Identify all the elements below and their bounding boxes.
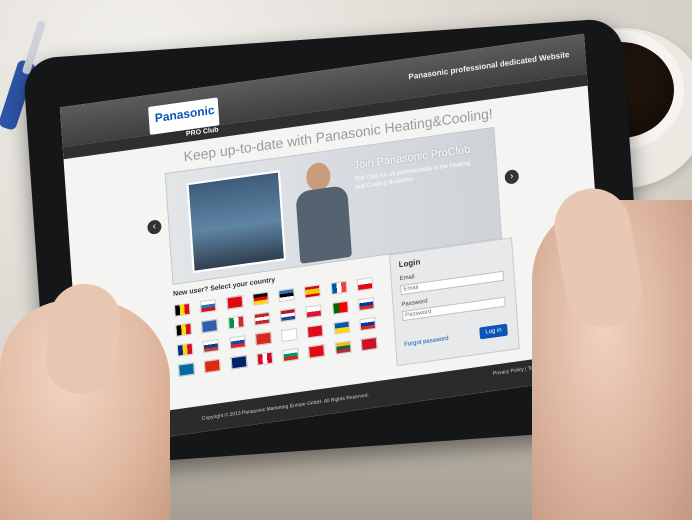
proclub-label: PRO Club [185,126,219,138]
flag-icon[interactable] [256,351,274,366]
flag-icon[interactable] [331,300,349,315]
flag-icon[interactable] [230,355,247,370]
site-tagline: Panasonic professional dedicated Website [408,49,570,82]
password-label: Password [401,298,428,309]
flag-icon[interactable] [357,297,375,312]
flag-icon[interactable] [280,327,298,343]
flag-icon[interactable] [173,302,191,317]
flag-icon[interactable] [359,316,376,332]
panasonic-logo: Panasonic [154,102,215,126]
flag-icon[interactable] [330,280,347,295]
flag-icon[interactable] [176,342,194,357]
flag-icon[interactable] [199,299,217,314]
footer-copyright: Copyright © 2013 Panasonic Marketing Eur… [201,392,370,422]
flag-icon[interactable] [334,340,352,355]
flag-icon[interactable] [175,322,193,337]
person-body [295,184,352,264]
flag-icon[interactable] [201,318,219,334]
flag-icon[interactable] [254,331,272,346]
flag-icon[interactable] [227,315,245,330]
flag-icon[interactable] [333,320,350,335]
flag-icon[interactable] [278,288,295,303]
login-panel: Login Email Password Forgot password Log… [388,237,520,367]
country-selector: New user? Select your country [173,263,379,401]
login-button[interactable]: Log in [479,323,508,340]
flag-icon[interactable] [356,277,374,292]
email-label: Email [399,274,415,283]
flag-icon[interactable] [202,338,220,354]
flag-icon[interactable] [360,336,378,352]
photo-frame: Panasonic Panasonic professional dedicat… [0,0,692,520]
flag-icon[interactable] [279,307,297,323]
forgot-password-link[interactable]: Forgot password [404,336,449,348]
flag-icon[interactable] [178,362,195,377]
website-preview-thumbnail [186,170,287,274]
flag-icon[interactable] [305,304,323,319]
flag-icon[interactable] [282,347,300,363]
flag-icon[interactable] [228,335,246,350]
email-field[interactable] [400,270,505,296]
chevron-left-icon[interactable]: ‹ [147,219,162,236]
login-title: Login [398,257,421,270]
flag-icon[interactable] [226,295,243,310]
chevron-right-icon[interactable]: › [504,168,520,185]
flag-icon[interactable] [308,344,326,359]
flag-icon[interactable] [252,291,269,306]
flag-icon[interactable] [307,324,324,339]
flag-icon[interactable] [304,284,321,299]
flag-icon[interactable] [253,311,271,326]
flag-icon[interactable] [204,358,221,374]
